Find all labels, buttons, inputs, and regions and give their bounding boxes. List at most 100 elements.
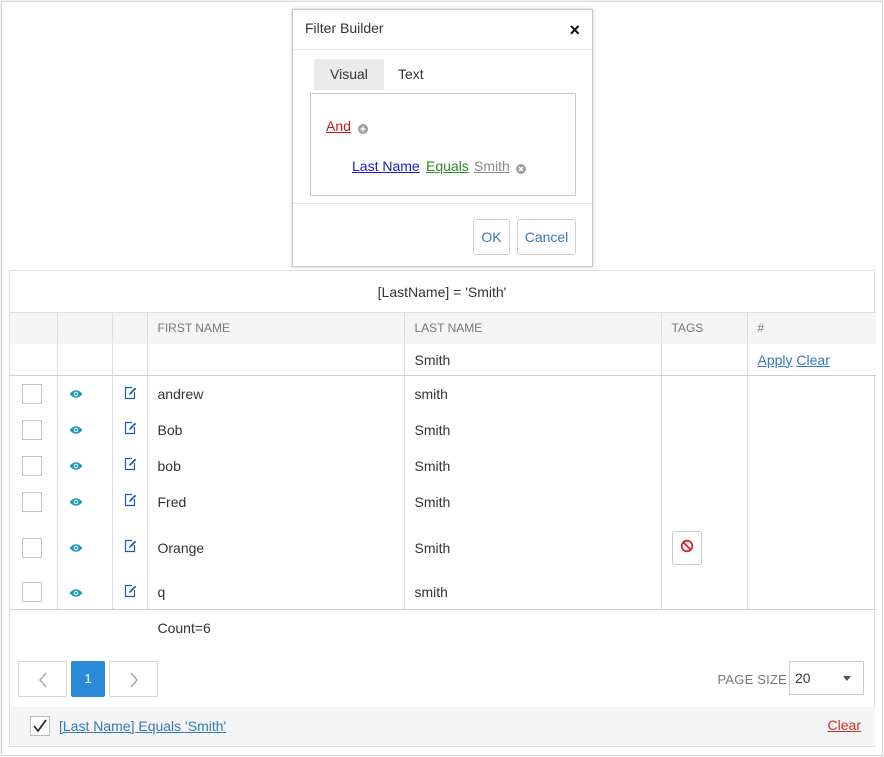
cancel-button[interactable]: Cancel bbox=[517, 219, 576, 255]
page-size-select[interactable]: 20 bbox=[789, 661, 864, 695]
ban-button[interactable] bbox=[671, 530, 702, 565]
page-size-label: PAGE SIZE bbox=[717, 672, 787, 687]
checkmark-icon bbox=[33, 719, 47, 733]
first-name-cell: andrew bbox=[146, 375, 404, 412]
row-edit-cell bbox=[111, 483, 147, 520]
prev-page-button[interactable] bbox=[18, 661, 67, 697]
group-operator-link[interactable]: And bbox=[326, 118, 351, 134]
header-hash: # bbox=[746, 312, 876, 344]
hash-cell bbox=[746, 519, 876, 576]
add-condition-icon[interactable] bbox=[358, 121, 368, 137]
condition-field-link[interactable]: Last Name bbox=[352, 158, 420, 174]
chevron-right-icon bbox=[129, 672, 138, 688]
row-checkbox[interactable] bbox=[22, 455, 42, 476]
eye-icon[interactable] bbox=[69, 494, 83, 510]
condition-operator-link[interactable]: Equals bbox=[426, 158, 469, 174]
edit-icon[interactable] bbox=[123, 493, 137, 510]
eye-icon[interactable] bbox=[69, 386, 83, 402]
data-grid: FIRST NAME LAST NAME TAGS # Smith Apply … bbox=[10, 312, 876, 646]
tags-cell bbox=[660, 575, 747, 610]
last-name-cell: Smith bbox=[403, 519, 661, 576]
first-name-cell: Bob bbox=[146, 411, 404, 448]
count-summary: Count=6 bbox=[157, 619, 211, 636]
edit-icon[interactable] bbox=[123, 457, 137, 474]
filter-builder-dialog: Filter Builder × Visual Text And Last Na… bbox=[292, 9, 593, 267]
eye-icon[interactable] bbox=[69, 540, 83, 556]
eye-icon[interactable] bbox=[69, 458, 83, 474]
header-row: FIRST NAME LAST NAME TAGS # bbox=[10, 312, 876, 344]
hash-cell bbox=[746, 575, 876, 610]
edit-icon[interactable] bbox=[123, 386, 137, 403]
row-checkbox[interactable] bbox=[22, 491, 42, 512]
close-icon[interactable]: × bbox=[569, 20, 580, 40]
tab-text[interactable]: Text bbox=[382, 59, 440, 90]
ban-icon bbox=[680, 539, 693, 552]
caret-down-icon bbox=[843, 676, 851, 681]
table-row: andrew smith bbox=[10, 375, 876, 412]
dialog-footer: OK Cancel bbox=[293, 203, 592, 267]
page-button-current[interactable]: 1 bbox=[71, 661, 105, 697]
row-checkbox[interactable] bbox=[22, 419, 42, 440]
row-view-cell bbox=[56, 447, 112, 484]
row-edit-cell bbox=[111, 411, 147, 448]
dialog-header: Filter Builder × bbox=[293, 10, 592, 50]
first-name-cell: q bbox=[146, 575, 404, 610]
last-name-cell: Smith bbox=[403, 447, 661, 484]
footer-cell bbox=[57, 610, 112, 646]
chevron-left-icon bbox=[38, 672, 47, 688]
row-select-cell bbox=[10, 575, 57, 610]
footer-cell bbox=[661, 610, 747, 646]
filter-actions: Apply Clear bbox=[746, 343, 876, 376]
header-tags[interactable]: TAGS bbox=[660, 312, 747, 344]
row-checkbox[interactable] bbox=[22, 582, 42, 603]
edit-icon[interactable] bbox=[123, 421, 137, 438]
remove-condition-icon[interactable] bbox=[516, 161, 526, 177]
tags-cell bbox=[660, 519, 747, 576]
hash-cell bbox=[746, 447, 876, 484]
filter-enabled-checkbox[interactable] bbox=[30, 716, 50, 736]
hash-cell bbox=[746, 411, 876, 448]
tags-filter-cell bbox=[660, 343, 747, 376]
last-name-cell: smith bbox=[403, 375, 661, 412]
row-view-cell bbox=[56, 375, 112, 412]
header-select bbox=[10, 312, 57, 344]
filter-cell-empty bbox=[111, 343, 147, 376]
footer-cell bbox=[10, 610, 57, 646]
filter-cell-empty bbox=[56, 343, 112, 376]
row-select-cell bbox=[10, 412, 57, 448]
first-name-cell: Orange bbox=[146, 519, 404, 576]
tags-cell bbox=[660, 375, 747, 412]
condition-value-link[interactable]: Smith bbox=[474, 158, 510, 174]
last-name-cell: Smith bbox=[403, 411, 661, 448]
row-checkbox[interactable] bbox=[22, 537, 42, 558]
filter-summary-link[interactable]: [Last Name] Equals 'Smith' bbox=[59, 718, 226, 734]
header-view bbox=[56, 312, 112, 344]
filter-expression: [LastName] = 'Smith' bbox=[377, 284, 507, 300]
next-page-button[interactable] bbox=[109, 661, 158, 697]
header-last-name[interactable]: LAST NAME bbox=[403, 312, 661, 344]
ok-button[interactable]: OK bbox=[473, 219, 510, 255]
footer-cell bbox=[112, 610, 147, 646]
first-name-filter-input[interactable] bbox=[146, 343, 404, 376]
eye-icon[interactable] bbox=[69, 422, 83, 438]
tab-visual[interactable]: Visual bbox=[314, 59, 384, 90]
hash-cell bbox=[746, 483, 876, 520]
apply-filter-link[interactable]: Apply bbox=[758, 352, 793, 368]
edit-icon[interactable] bbox=[123, 539, 137, 556]
row-view-cell bbox=[56, 411, 112, 448]
status-clear-link[interactable]: Clear bbox=[828, 717, 861, 733]
table-row: bob Smith bbox=[10, 447, 876, 484]
header-first-name[interactable]: FIRST NAME bbox=[146, 312, 404, 344]
row-checkbox[interactable] bbox=[22, 383, 42, 404]
footer-cell bbox=[747, 610, 876, 646]
first-name-cell: Fred bbox=[146, 483, 404, 520]
row-edit-cell bbox=[111, 575, 147, 610]
eye-icon[interactable] bbox=[69, 585, 83, 601]
row-edit-cell bbox=[111, 519, 147, 576]
clear-filter-link[interactable]: Clear bbox=[796, 352, 829, 368]
edit-icon[interactable] bbox=[123, 584, 137, 601]
last-name-cell: smith bbox=[403, 575, 661, 610]
last-name-filter-input[interactable]: Smith bbox=[403, 343, 661, 376]
row-edit-cell bbox=[111, 375, 147, 412]
footer-cell bbox=[404, 610, 661, 646]
